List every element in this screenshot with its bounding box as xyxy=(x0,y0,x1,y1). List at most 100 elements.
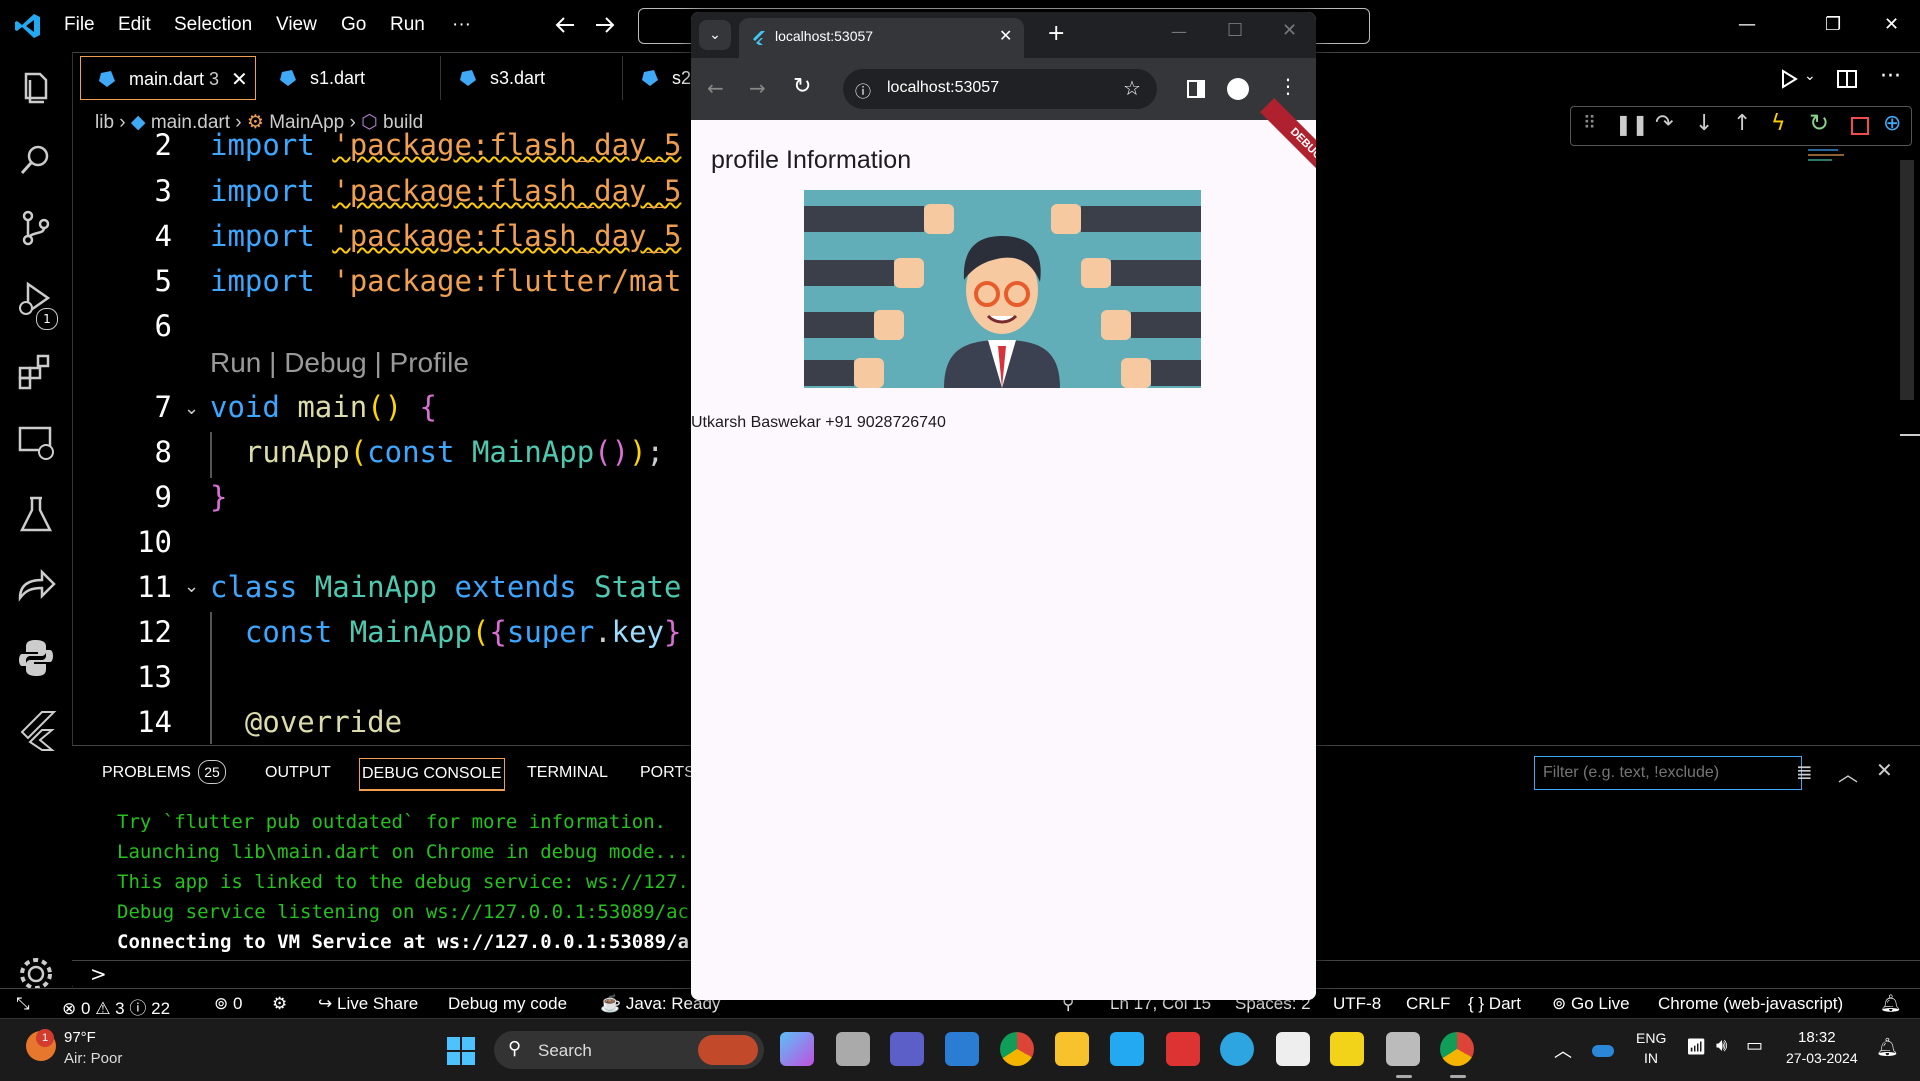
wps-office-icon[interactable] xyxy=(1166,1032,1200,1066)
code-line[interactable]: const MainApp({super.key} xyxy=(210,615,682,649)
taskbar-search[interactable]: ⚲ Search xyxy=(494,1031,764,1069)
run-dropdown-icon[interactable]: ⌄ xyxy=(1804,68,1816,84)
menu-more[interactable]: ··· xyxy=(452,14,471,36)
menu-selection[interactable]: Selection xyxy=(174,14,252,36)
new-tab-icon[interactable]: + xyxy=(1047,21,1065,46)
minimize-icon[interactable]: — xyxy=(1738,14,1756,35)
tab-main-dart[interactable]: main.dart 3 ✕ xyxy=(80,56,256,100)
mail-icon[interactable] xyxy=(945,1032,979,1066)
task-view-icon[interactable] xyxy=(836,1032,870,1066)
panel-tab-problems[interactable]: PROBLEMS xyxy=(102,764,191,782)
live-share-icon[interactable] xyxy=(14,564,58,608)
problems-status[interactable]: ⊗ 0 ⚠ 3 ⓘ 22 xyxy=(62,994,170,1019)
file-explorer-icon[interactable] xyxy=(1055,1032,1089,1066)
chrome-forward-icon[interactable]: → xyxy=(749,76,766,100)
language-indicator[interactable]: ENG xyxy=(1636,1030,1666,1046)
panel-tab-terminal[interactable]: TERMINAL xyxy=(527,764,608,782)
close-panel-icon[interactable]: ✕ xyxy=(1876,758,1893,782)
omnibox[interactable]: ⓘ localhost:53057 ☆ xyxy=(843,69,1157,109)
drag-handle-icon[interactable]: ⠿ xyxy=(1583,113,1596,134)
wifi-icon[interactable]: 📶︎ xyxy=(1686,1037,1706,1057)
panel-tab-debug-console[interactable]: DEBUG CONSOLE xyxy=(359,758,505,791)
bookmark-star-icon[interactable]: ☆ xyxy=(1123,76,1141,100)
fold-chevron-icon[interactable]: ⌄ xyxy=(184,576,199,597)
device-status[interactable]: Chrome (web-javascript) xyxy=(1658,994,1843,1014)
ports-status[interactable]: ⊚ 0 xyxy=(214,994,242,1014)
code-line[interactable]: runApp(const MainApp()); xyxy=(210,435,664,469)
maximize-panel-icon[interactable]: ︿ xyxy=(1838,758,1858,787)
stop-icon[interactable] xyxy=(1851,117,1869,135)
pause-icon[interactable]: ❚❚ xyxy=(1615,112,1649,136)
menu-run[interactable]: Run xyxy=(390,14,425,36)
run-play-icon[interactable] xyxy=(1778,68,1800,90)
fold-chevron-icon[interactable]: ⌄ xyxy=(184,398,199,419)
tab-close-icon[interactable]: ✕ xyxy=(231,67,248,92)
chrome-tab[interactable]: localhost:53057 ✕ xyxy=(739,18,1024,58)
codelens[interactable]: Run | Debug | Profile xyxy=(210,347,469,379)
chrome-maximize-icon[interactable]: ☐ xyxy=(1227,20,1243,41)
profile-avatar-icon[interactable] xyxy=(1227,78,1249,100)
language-region[interactable]: IN xyxy=(1644,1050,1658,1066)
step-over-icon[interactable]: ↷ xyxy=(1655,111,1673,136)
code-line[interactable]: class MainApp extends State xyxy=(210,570,681,604)
code-line[interactable]: import 'package:flutter/mat xyxy=(210,264,681,298)
split-editor-icon[interactable] xyxy=(1836,68,1858,90)
weather-desc[interactable]: Air: Poor xyxy=(64,1050,122,1067)
menu-file[interactable]: File xyxy=(64,14,95,36)
editor-scrollbar[interactable] xyxy=(1900,160,1914,400)
more-actions-icon[interactable]: ··· xyxy=(1880,64,1901,89)
copilot-icon[interactable] xyxy=(780,1032,814,1066)
code-line[interactable]: import 'package:flash_day_5 xyxy=(210,128,681,162)
tab-search-icon[interactable]: ⌄ xyxy=(699,20,731,50)
remote-explorer-icon[interactable] xyxy=(14,420,58,464)
remote-icon[interactable]: ⤡ xyxy=(16,994,30,1014)
chrome-close-icon[interactable]: ✕ xyxy=(1282,20,1297,41)
console-prompt[interactable]: > xyxy=(90,962,107,986)
live-share-status[interactable]: ↪ Live Share xyxy=(318,994,418,1014)
code-line[interactable]: @override xyxy=(210,705,402,739)
hot-reload-icon[interactable]: ϟ xyxy=(1771,111,1786,136)
forward-arrow-icon[interactable] xyxy=(594,14,616,36)
clock-date[interactable]: 27-03-2024 xyxy=(1786,1050,1858,1066)
battery-icon[interactable]: ▭ xyxy=(1746,1035,1763,1056)
devtools-icon[interactable]: ⊕ xyxy=(1883,111,1901,136)
telegram-icon[interactable] xyxy=(1220,1032,1254,1066)
tab-s1-dart[interactable]: s1.dart xyxy=(262,56,441,100)
encoding-status[interactable]: UTF-8 xyxy=(1333,994,1381,1014)
tray-chevron-icon[interactable]: ︿ xyxy=(1554,1037,1572,1063)
tab-s2-dart[interactable]: s2 xyxy=(624,56,694,100)
python-icon[interactable] xyxy=(14,636,58,680)
code-line[interactable]: void main() { xyxy=(210,390,437,424)
go-live-status[interactable]: ⊚ Go Live xyxy=(1552,994,1630,1014)
code-line[interactable]: } xyxy=(210,480,227,514)
menu-go[interactable]: Go xyxy=(341,14,366,36)
back-arrow-icon[interactable] xyxy=(554,14,576,36)
weather-temp[interactable]: 97°F xyxy=(64,1029,96,1046)
code-line[interactable]: import 'package:flash_day_5 xyxy=(210,219,681,253)
explorer-icon[interactable] xyxy=(14,66,58,110)
language-status[interactable]: { } Dart xyxy=(1468,994,1521,1014)
panel-tab-output[interactable]: OUTPUT xyxy=(265,764,331,782)
testing-icon[interactable] xyxy=(14,492,58,536)
chrome-tab-close-icon[interactable]: ✕ xyxy=(999,26,1012,45)
volume-icon[interactable]: 🔊︎ xyxy=(1716,1035,1727,1056)
chrome-menu-icon[interactable]: ⋮ xyxy=(1278,74,1298,98)
vscode-taskbar-icon[interactable] xyxy=(1110,1032,1144,1066)
restore-icon[interactable]: ❐ xyxy=(1825,14,1841,35)
flutter-icon[interactable] xyxy=(14,708,58,752)
tab-s3-dart[interactable]: s3.dart xyxy=(442,56,623,100)
minimap[interactable] xyxy=(1808,146,1848,176)
chrome-taskbar-icon-2[interactable] xyxy=(1440,1032,1474,1066)
restart-icon[interactable]: ↻ xyxy=(1809,109,1829,137)
menu-edit[interactable]: Edit xyxy=(118,14,151,36)
close-window-icon[interactable]: ✕ xyxy=(1884,14,1899,35)
step-into-icon[interactable]: ↓ xyxy=(1695,111,1713,136)
step-out-icon[interactable]: ↑ xyxy=(1733,111,1751,136)
side-panel-icon[interactable] xyxy=(1186,79,1206,99)
chrome-taskbar-icon[interactable] xyxy=(1000,1032,1034,1066)
chrome-minimize-icon[interactable]: — xyxy=(1171,22,1187,41)
clear-console-icon[interactable]: ≣ xyxy=(1796,760,1813,784)
search-icon[interactable] xyxy=(14,138,58,182)
notifications-bell-icon[interactable]: 🔔︎ xyxy=(1880,994,1902,1014)
teams-icon[interactable] xyxy=(890,1032,924,1066)
